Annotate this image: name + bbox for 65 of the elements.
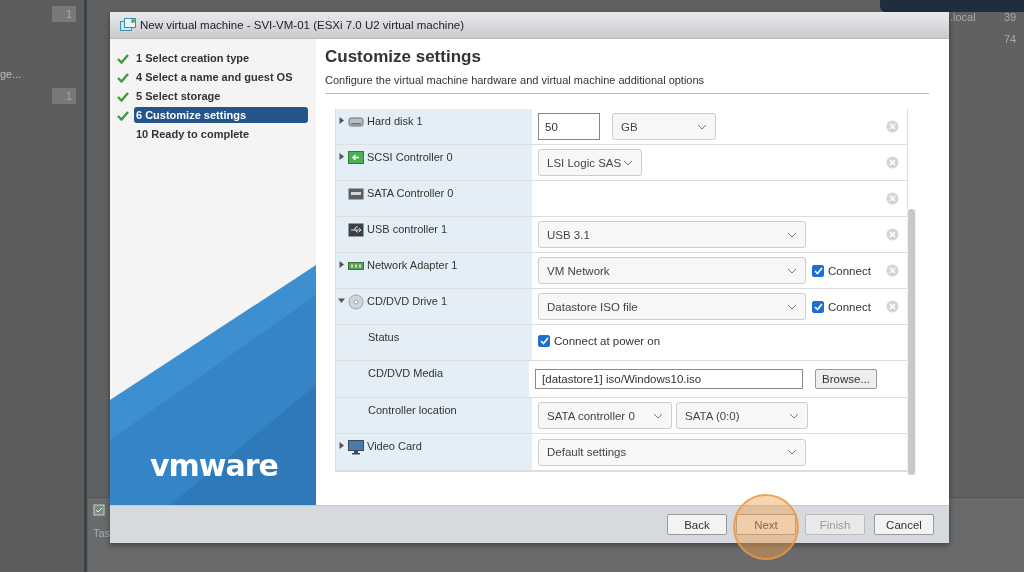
window-title: New virtual machine - SVI-VM-01 (ESXi 7.0 U2 virtual machine) (140, 19, 465, 31)
dropdown[interactable]: VM Network (538, 257, 806, 284)
wizard-button[interactable]: Cancel (874, 514, 934, 535)
vmware-logo: vmware (150, 448, 278, 483)
chevron-icon (787, 231, 797, 238)
wizard-step[interactable]: 1 Select creation type (134, 50, 308, 66)
chevron-icon (697, 123, 707, 130)
device-label: Status (368, 330, 400, 344)
chevron-icon (787, 449, 797, 455)
disc-icon (348, 294, 364, 310)
wizard-button[interactable]: Next (736, 514, 796, 535)
dropdown[interactable]: SATA controller 0 (538, 402, 672, 429)
table-cell: .local (950, 11, 976, 23)
expand-arrow-icon[interactable] (338, 442, 345, 449)
device-label: Video Card (367, 439, 422, 453)
checkbox-label: Connect (828, 264, 871, 277)
checkbox[interactable] (538, 334, 550, 347)
device-label: SCSI Controller 0 (367, 150, 453, 164)
wizard-step[interactable]: 5 Select storage (134, 88, 308, 104)
chevron-icon (787, 267, 797, 274)
controller-icon (348, 150, 364, 166)
device-label: CD/DVD Drive 1 (367, 294, 448, 308)
dropdown[interactable]: GB (612, 113, 716, 140)
expand-arrow-icon[interactable] (338, 261, 345, 268)
checkbox[interactable] (812, 264, 824, 277)
collapse-arrow-icon[interactable] (338, 297, 345, 304)
panel-label: Tas (93, 527, 111, 539)
monitor-icon (348, 439, 364, 455)
wizard-button[interactable]: Back (667, 514, 727, 535)
chevron-icon (653, 412, 663, 419)
dropdown[interactable]: Default settings (538, 438, 806, 466)
task-icon (93, 504, 105, 516)
device-label: Controller location (368, 403, 457, 417)
wizard-step[interactable]: 10 Ready to complete (134, 126, 308, 142)
dropdown[interactable]: SATA (0:0) (676, 402, 808, 429)
chevron-icon (789, 412, 799, 419)
dropdown[interactable]: USB 3.1 (538, 221, 806, 248)
scrollbar[interactable] (907, 209, 916, 475)
checkbox-label: Connect at power on (554, 334, 661, 347)
device-label: USB controller 1 (367, 222, 448, 236)
dropdown[interactable]: Datastore ISO file (538, 293, 806, 320)
wizard-step[interactable]: 4 Select a name and guest OS (134, 69, 308, 85)
page-heading: Customize settings (325, 47, 482, 67)
text-field[interactable]: [datastore1] iso/Windows10.iso (535, 369, 804, 389)
checkbox-label: Connect (828, 300, 871, 313)
dropdown[interactable]: LSI Logic SAS (538, 149, 642, 176)
device-label: SATA Controller 0 (367, 186, 454, 200)
controller-icon (348, 186, 364, 202)
table-cell: 74 (1004, 33, 1017, 45)
device-label: Network Adapter 1 (367, 258, 458, 272)
nav-item[interactable]: ge... (0, 68, 22, 80)
virtual-machine-icon (120, 18, 136, 32)
expand-arrow-icon[interactable] (338, 153, 345, 160)
text-field[interactable]: 50 (538, 113, 600, 140)
browse-button[interactable]: Browse... (815, 369, 877, 389)
chevron-icon (623, 159, 633, 166)
checkbox[interactable] (812, 300, 824, 313)
table-cell: 39 (1004, 11, 1017, 23)
chevron-icon (787, 303, 797, 310)
device-label: CD/DVD Media (368, 366, 444, 380)
page-description: Configure the virtual machine hardware and virtual machine additional options (325, 74, 706, 86)
usb-icon (348, 222, 364, 238)
wizard-step[interactable]: 6 Customize settings (134, 107, 308, 123)
device-label: Hard disk 1 (367, 114, 423, 128)
expand-arrow-icon[interactable] (338, 117, 345, 124)
